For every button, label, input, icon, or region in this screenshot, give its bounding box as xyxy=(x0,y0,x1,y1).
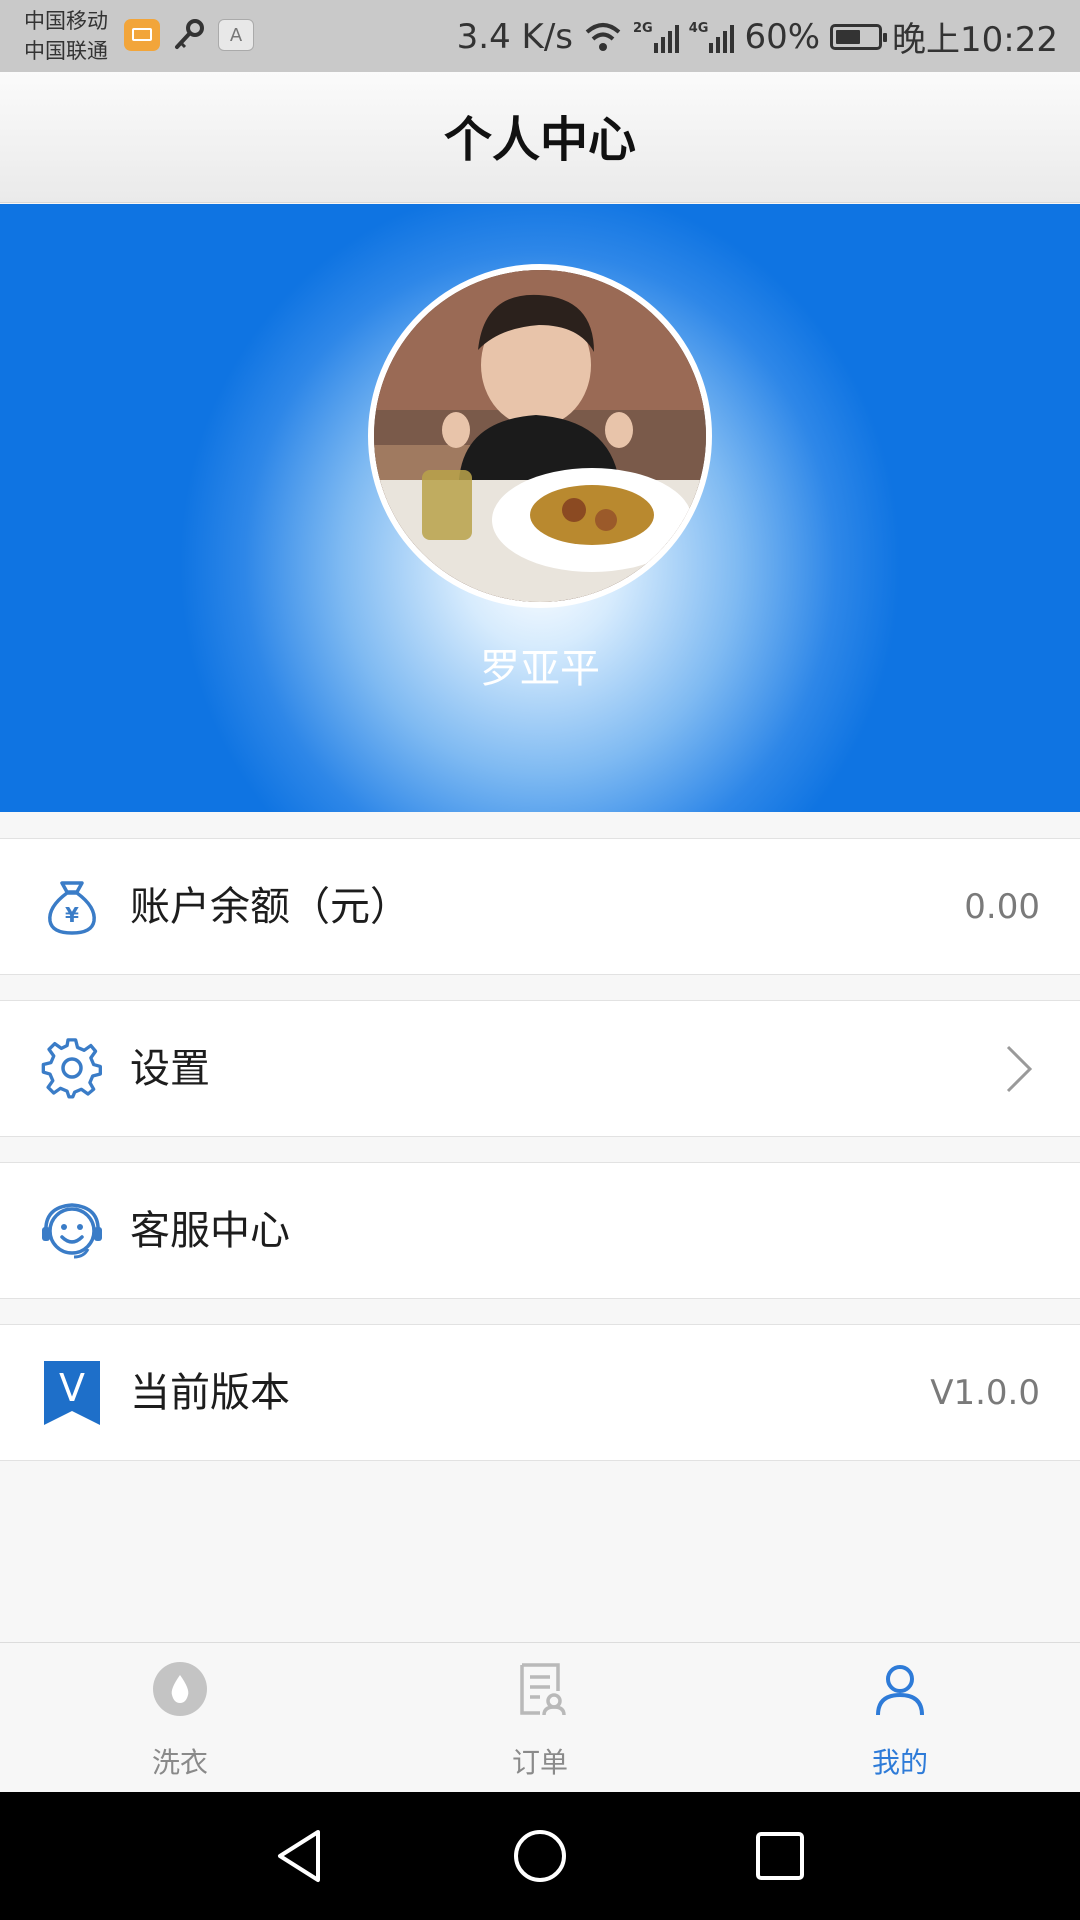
carrier-info: 中国移动 中国联通 xyxy=(24,6,108,66)
tab-laundry[interactable]: 洗衣 xyxy=(80,1643,280,1793)
profile-header: 罗亚平 xyxy=(0,204,1080,812)
balance-value: 0.00 xyxy=(964,887,1040,927)
notification-icons: A xyxy=(124,18,254,52)
recents-icon[interactable] xyxy=(750,1826,810,1886)
svg-text:V: V xyxy=(59,1366,85,1410)
balance-label: 账户余额（元） xyxy=(130,884,410,930)
money-bag-icon: ¥ xyxy=(48,881,96,935)
tab-orders[interactable]: 订单 xyxy=(440,1643,640,1793)
version-badge-icon: V xyxy=(44,1361,100,1425)
status-right: 3.4 K/s 2G 4G 60% 晚上10:22 xyxy=(457,12,1058,61)
svg-text:¥: ¥ xyxy=(65,903,79,927)
bottom-tab-bar: 洗衣 订单 我的 xyxy=(0,1642,1080,1793)
network-speed: 3.4 K/s xyxy=(456,16,573,57)
version-value: V1.0.0 xyxy=(930,1373,1040,1413)
key-icon xyxy=(175,19,204,49)
tab-orders-label: 订单 xyxy=(511,1746,568,1779)
order-doc-icon xyxy=(520,1663,566,1716)
headset-smile-icon xyxy=(42,1203,102,1259)
carrier-2: 中国联通 xyxy=(24,39,108,63)
status-bar: 中国移动 中国联通 A 3.4 K/s 2G 4G 60% 晚上10:22 xyxy=(0,0,1080,72)
battery-percent: 60% xyxy=(744,16,821,57)
customer-service-label: 客服中心 xyxy=(130,1208,290,1254)
avatar-photo xyxy=(374,270,706,602)
page-title: 个人中心 xyxy=(443,112,636,168)
gear-icon xyxy=(41,1038,102,1099)
water-drop-icon xyxy=(153,1662,207,1716)
settings-row[interactable]: 设置 xyxy=(0,1000,1080,1137)
title-bar: 个人中心 xyxy=(0,72,1080,203)
system-nav-bar xyxy=(0,1792,1080,1920)
wifi-icon xyxy=(585,22,621,51)
tab-laundry-label: 洗衣 xyxy=(151,1746,208,1779)
username: 罗亚平 xyxy=(480,646,600,692)
version-row[interactable]: V 当前版本 V1.0.0 xyxy=(0,1324,1080,1461)
back-icon[interactable] xyxy=(270,1826,330,1886)
customer-service-row[interactable]: 客服中心 xyxy=(0,1162,1080,1299)
carrier-1: 中国移动 xyxy=(24,9,108,33)
tab-mine[interactable]: 我的 xyxy=(800,1643,1000,1793)
balance-row[interactable]: ¥ 账户余额（元） 0.00 xyxy=(0,838,1080,975)
avatar[interactable] xyxy=(368,264,712,608)
tab-mine-label: 我的 xyxy=(871,1746,928,1779)
settings-label: 设置 xyxy=(130,1046,210,1092)
clock: 晚上10:22 xyxy=(892,20,1058,60)
person-icon xyxy=(876,1665,924,1716)
signal-2g-icon: 2G xyxy=(633,21,679,53)
battery-icon xyxy=(830,23,888,50)
home-icon[interactable] xyxy=(510,1826,570,1886)
battery-fill xyxy=(836,29,861,44)
mail-notification-icon xyxy=(124,19,160,51)
keyboard-a-icon: A xyxy=(218,19,254,51)
version-label: 当前版本 xyxy=(130,1370,290,1416)
chevron-right-icon xyxy=(1006,1045,1033,1093)
signal-4g-icon: 4G xyxy=(689,21,735,53)
